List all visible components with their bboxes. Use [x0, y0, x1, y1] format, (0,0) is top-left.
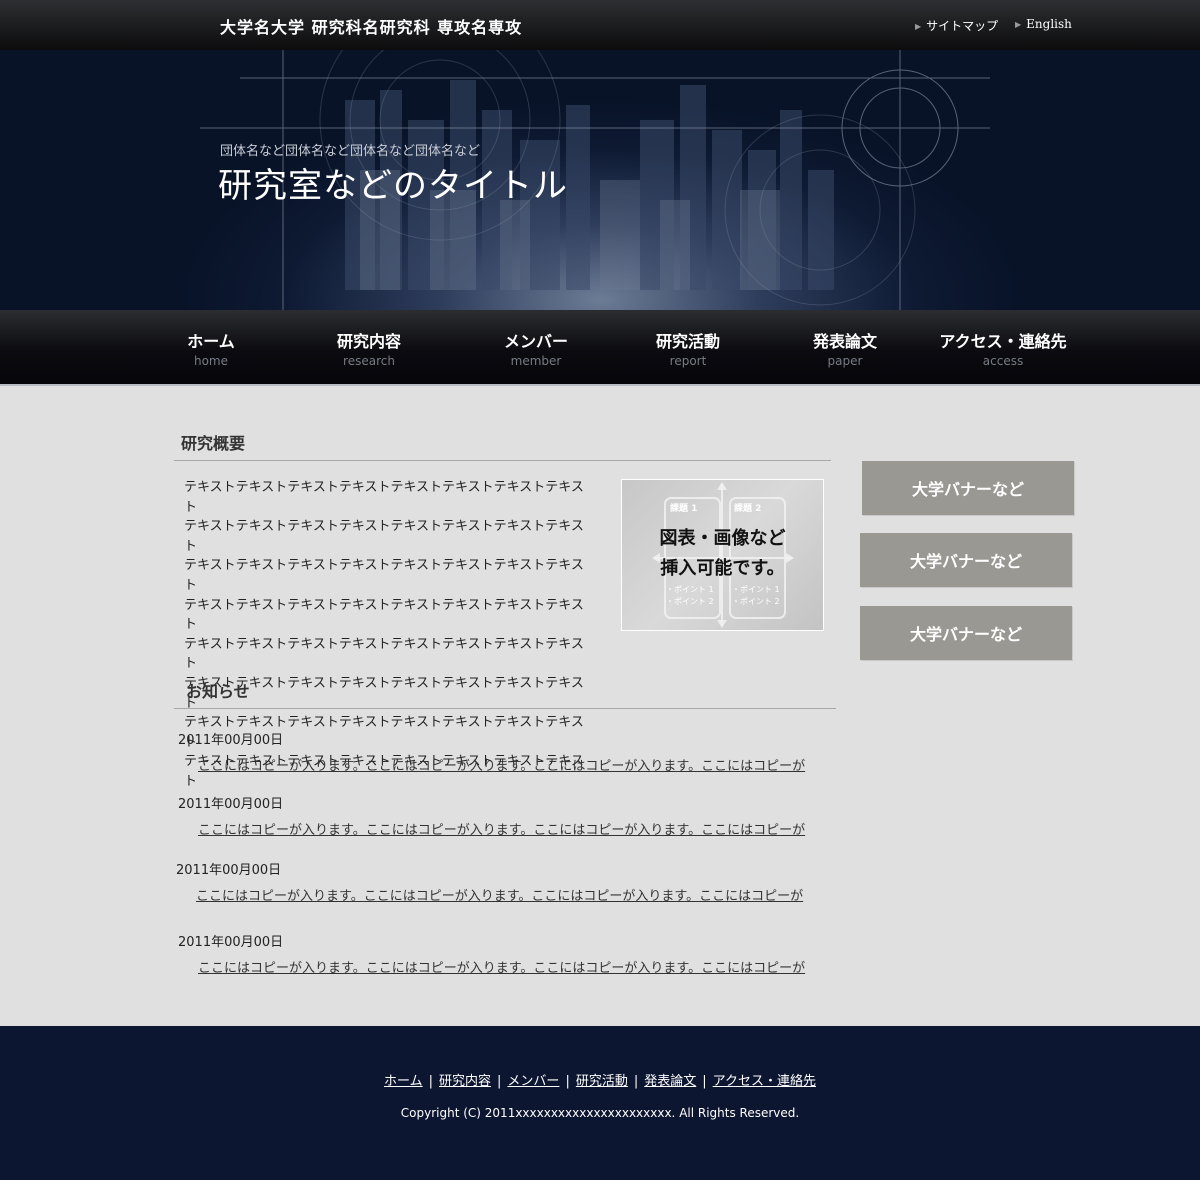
figure-point-label: ・ポイント 1 — [732, 585, 780, 594]
hero-background-graphic — [200, 50, 990, 310]
footer-separator: | — [633, 1074, 639, 1089]
footer-link-report[interactable]: 研究活動 — [576, 1074, 628, 1089]
nav-item-research[interactable]: 研究内容 research — [284, 328, 454, 368]
news-date: 2011年00月00日 — [178, 797, 284, 812]
nav-item-sublabel: member — [510, 354, 562, 368]
nav-item-label: 発表論文 — [812, 332, 877, 351]
overview-figure: 課題 1 課題 2 ・ポイント 1 ・ポイント 2 ・ポイント 1 ・ポイント … — [621, 479, 824, 631]
nav-item-access[interactable]: アクセス・連絡先 access — [918, 328, 1088, 368]
news-heading: お知らせ — [174, 678, 836, 709]
english-link-label: English — [1026, 17, 1072, 31]
news-link[interactable]: ここにはコピーが入ります。ここにはコピーが入ります。ここにはコピーが入ります。こ… — [196, 885, 803, 904]
nav-item-label: アクセス・連絡先 — [939, 332, 1067, 351]
english-link[interactable]: ▶ English — [1015, 17, 1072, 31]
figure-point-label: ・ポイント 2 — [666, 597, 714, 606]
news-link[interactable]: ここにはコピーが入ります。ここにはコピーが入ります。ここにはコピーが入ります。こ… — [198, 755, 805, 774]
figure-caption-line: 挿入可能です。 — [660, 558, 785, 579]
news-date: 2011年00月00日 — [176, 863, 282, 878]
footer-link-research[interactable]: 研究内容 — [439, 1074, 491, 1089]
site-title: 大学名大学 研究科名研究科 専攻名専攻 — [220, 18, 523, 37]
top-bar: 大学名大学 研究科名研究科 専攻名専攻 ▶ サイトマップ ▶ English — [0, 0, 1200, 50]
nav-item-paper[interactable]: 発表論文 paper — [760, 328, 930, 368]
figure-caption: 図表・画像など 挿入可能です。 — [622, 524, 823, 584]
nav-item-sublabel: research — [343, 354, 395, 368]
overview-text-line: テキストテキストテキストテキストテキストテキストテキストテキスト — [184, 597, 584, 633]
figure-box-label: 課題 1 — [670, 502, 697, 514]
overview-text-line: テキストテキストテキストテキストテキストテキストテキストテキスト — [184, 519, 584, 554]
global-nav: ホーム home 研究内容 research メンバー member 研究活動 … — [0, 310, 1200, 386]
hero-banner: 団体名など団体名など団体名など団体名など 研究室などのタイトル — [0, 50, 1200, 310]
figure-box-label: 課題 2 — [734, 502, 761, 514]
figure-point-label: ・ポイント 1 — [666, 585, 714, 594]
nav-item-member[interactable]: メンバー member — [451, 328, 621, 368]
university-banner-1[interactable]: 大学バナーなど — [862, 461, 1074, 515]
footer-separator: | — [702, 1074, 707, 1089]
figure-caption-line: 図表・画像など — [659, 528, 786, 549]
hero-subtitle: 団体名など団体名など団体名など団体名など — [220, 144, 481, 159]
footer-separator: | — [497, 1074, 502, 1089]
nav-item-sublabel: report — [669, 354, 707, 368]
footer-link-member[interactable]: メンバー — [507, 1074, 559, 1089]
triangle-right-icon: ▶ — [1015, 20, 1022, 29]
nav-item-sublabel: access — [982, 354, 1024, 368]
overview-text-line: テキストテキストテキストテキストテキストテキストテキストテキスト — [184, 480, 584, 515]
figure-point-label: ・ポイント 2 — [732, 597, 780, 606]
sitemap-link-label: サイトマップ — [926, 19, 999, 33]
footer-nav: ホーム | 研究内容 | メンバー | 研究活動 | 発表論文 | アクセス・連絡先 — [0, 1070, 1200, 1089]
news-link[interactable]: ここにはコピーが入ります。ここにはコピーが入ります。ここにはコピーが入ります。こ… — [198, 819, 805, 838]
nav-item-label: 研究活動 — [655, 332, 720, 351]
footer-link-home[interactable]: ホーム — [384, 1074, 423, 1089]
overview-text-line: テキストテキストテキストテキストテキストテキストテキストテキスト — [184, 636, 584, 672]
nav-item-sublabel: home — [193, 354, 229, 368]
nav-item-label: 研究内容 — [336, 332, 401, 351]
university-banner-2[interactable]: 大学バナーなど — [860, 533, 1072, 587]
nav-item-sublabel: paper — [827, 354, 863, 368]
sitemap-link[interactable]: ▶ サイトマップ — [915, 17, 998, 34]
footer-link-paper[interactable]: 発表論文 — [644, 1074, 696, 1089]
hero-title: 研究室などのタイトル — [218, 166, 568, 206]
nav-item-label: メンバー — [503, 332, 568, 351]
footer-separator: | — [565, 1074, 570, 1089]
footer: ホーム | 研究内容 | メンバー | 研究活動 | 発表論文 | アクセス・連絡先 Copyrig… — [0, 1026, 1200, 1180]
news-date: 2011年00月00日 — [178, 733, 284, 748]
footer-separator: | — [428, 1074, 434, 1089]
nav-item-label: ホーム — [187, 332, 235, 351]
nav-item-home[interactable]: ホーム home — [126, 328, 296, 368]
footer-link-access[interactable]: アクセス・連絡先 — [713, 1074, 816, 1089]
copyright: Copyright (C) 2011xxxxxxxxxxxxxxxxxxxxxx… — [400, 1106, 800, 1120]
news-date: 2011年00月00日 — [178, 935, 284, 950]
nav-item-report[interactable]: 研究活動 report — [603, 328, 773, 368]
news-link[interactable]: ここにはコピーが入ります。ここにはコピーが入ります。ここにはコピーが入ります。こ… — [198, 957, 805, 976]
triangle-right-icon: ▶ — [915, 22, 922, 31]
overview-heading: 研究概要 — [174, 430, 831, 461]
university-banner-3[interactable]: 大学バナーなど — [860, 606, 1072, 660]
overview-text-line: テキストテキストテキストテキストテキストテキストテキストテキスト — [184, 558, 584, 593]
